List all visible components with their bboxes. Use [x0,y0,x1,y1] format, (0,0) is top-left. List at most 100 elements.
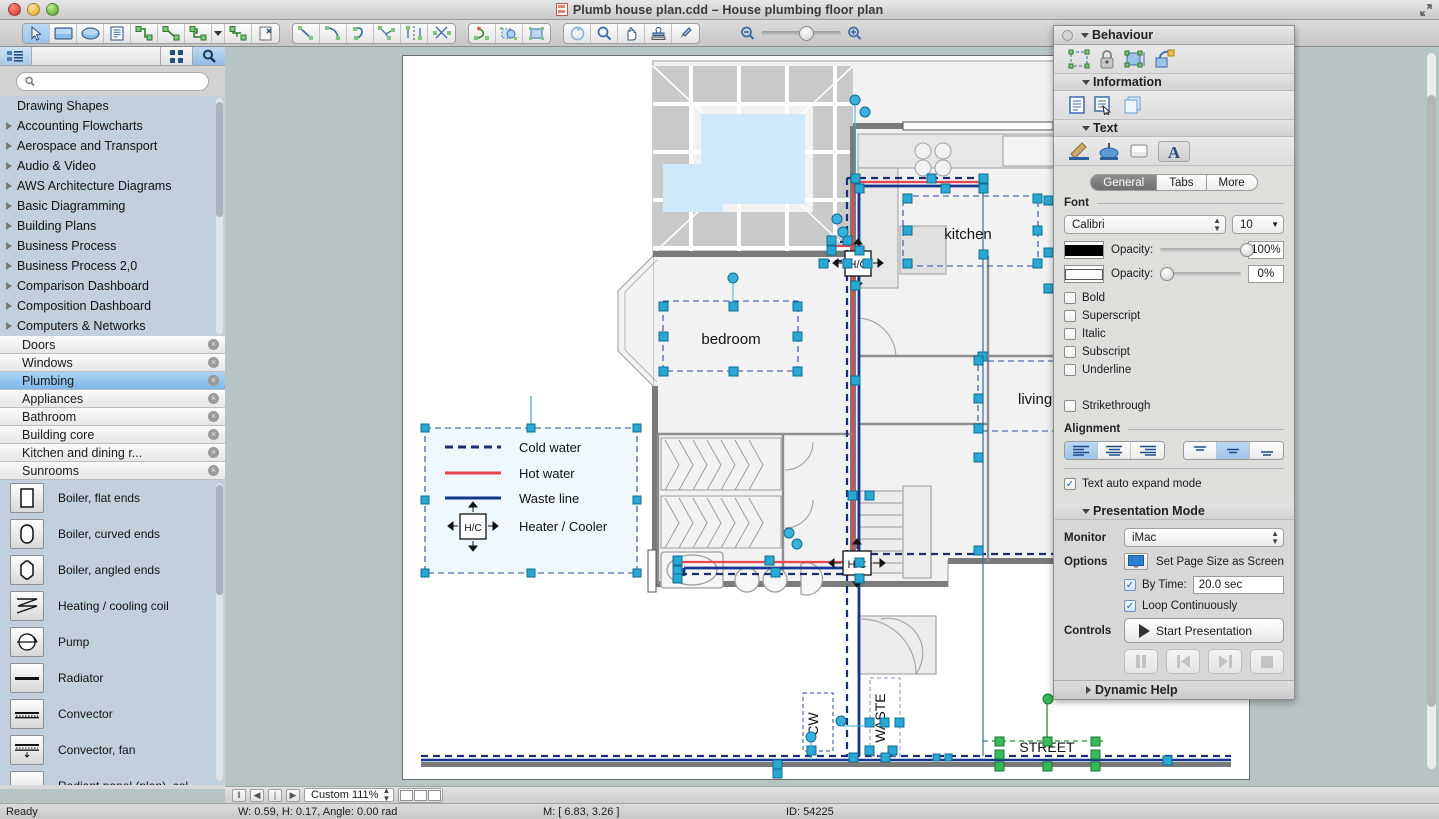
single-page-view-icon[interactable] [400,789,414,801]
mirror-icon[interactable] [401,23,428,43]
text-box-icon[interactable] [1128,141,1150,161]
align-top-icon[interactable] [1184,442,1217,459]
by-time-input[interactable]: 20.0 sec [1192,576,1284,594]
hand-icon[interactable] [618,23,645,43]
list-item[interactable]: Pump [0,624,225,660]
minimize-button[interactable] [27,3,40,16]
curve-icon[interactable] [347,23,374,43]
magnifier-icon[interactable] [591,23,618,43]
chevron-right-icon[interactable] [6,322,12,330]
category-scroll-thumb[interactable] [216,102,223,217]
stepper-icon[interactable]: ▲ ▼ [382,787,390,803]
rectangle-icon[interactable] [50,23,77,43]
window-controls[interactable] [8,3,59,16]
pause-icon[interactable] [1124,649,1158,674]
grid-view-icon[interactable] [161,47,193,65]
behaviour-section-header[interactable]: Behaviour [1054,26,1294,45]
list-item[interactable]: Heating / cooling coil [0,588,225,624]
category-scrollbar[interactable] [216,98,223,334]
checkbox-by-time[interactable]: ✓ [1124,579,1136,591]
zoom-level-field[interactable]: Custom 111% ▲ ▼ [304,787,395,803]
cut-icon[interactable] [428,24,455,43]
font-family-select[interactable]: Calibri ▲ ▼ [1064,215,1226,234]
stepper-icon[interactable]: ▲ ▼ [1213,216,1221,233]
chevron-right-icon[interactable] [6,222,12,230]
vertical-alignment-group[interactable] [1183,441,1284,460]
library-tree-icon[interactable] [0,47,32,65]
group-icon[interactable] [496,23,523,43]
stroke-opacity-slider[interactable] [1160,267,1241,281]
resize-icon[interactable] [1124,49,1146,69]
search-input-wrapper[interactable] [16,71,209,91]
eyedropper-icon[interactable] [672,24,699,43]
chevron-down-icon[interactable] [1082,509,1090,514]
lock-icon[interactable] [1098,49,1116,69]
zoom-out-icon[interactable] [740,26,755,41]
library-row-windows[interactable]: Windows × [0,354,225,372]
close-icon[interactable]: × [208,447,219,458]
close-icon[interactable]: × [208,393,219,404]
checkbox-italic[interactable]: Italic [1064,325,1182,343]
chevron-right-icon[interactable] [6,122,12,130]
annotation-icon[interactable] [1094,95,1114,115]
category-list[interactable]: Drawing Shapes Accounting Flowcharts Aer… [0,96,225,336]
zoom-in-icon[interactable] [847,26,862,41]
selection-behaviour-icon[interactable] [1068,49,1090,69]
category-item[interactable]: Business Process [0,236,225,256]
library-row-building-core[interactable]: Building core × [0,426,225,444]
library-row-plumbing[interactable]: Plumbing × [0,372,225,390]
fullscreen-icon[interactable] [1419,3,1433,17]
category-item[interactable]: Aerospace and Transport [0,136,225,156]
checkbox-underline[interactable]: Underline [1064,361,1182,379]
category-item[interactable]: Business Process 2,0 [0,256,225,276]
view-mode-group[interactable] [398,787,444,803]
action-icon[interactable] [1154,49,1176,69]
text-pen-icon[interactable] [1068,141,1090,161]
line-icon[interactable] [293,23,320,43]
text-icon[interactable] [104,23,131,43]
close-button[interactable] [8,3,21,16]
rotate-shape-icon[interactable] [469,23,496,43]
layers-icon[interactable] [1122,95,1142,115]
category-item[interactable]: AWS Architecture Diagrams [0,176,225,196]
tab-more[interactable]: More [1206,174,1258,191]
round-connector-icon[interactable] [185,23,212,43]
fill-opacity-slider[interactable] [1160,243,1255,257]
chevron-right-icon[interactable] [6,282,12,290]
close-icon[interactable]: × [208,357,219,368]
font-icon[interactable]: A [1158,140,1190,162]
monitor-icon[interactable] [1124,553,1148,570]
library-row-sunrooms[interactable]: Sunrooms × [0,462,225,480]
align-bottom-icon[interactable] [1250,442,1283,459]
ellipse-icon[interactable] [77,23,104,43]
checkbox-text-auto-expand[interactable]: ✓ Text auto expand mode [1064,475,1284,493]
search-icon[interactable] [193,47,225,65]
align-icon[interactable] [523,24,550,43]
chevron-right-icon[interactable] [6,242,12,250]
align-center-icon[interactable] [1098,442,1131,459]
checkbox-box[interactable] [1064,328,1076,340]
panel-collapse-icon[interactable] [1062,29,1073,41]
shape-scroll-thumb[interactable] [216,485,223,595]
list-item[interactable]: Convector, fan [0,732,225,768]
category-item[interactable]: Audio & Video [0,156,225,176]
zoom-slider-knob[interactable] [799,25,814,41]
font-stroke-color-swatch[interactable] [1064,265,1104,283]
library-row-doors[interactable]: Doors × [0,336,225,354]
close-icon[interactable]: × [208,375,219,386]
information-section-header[interactable]: Information [1054,74,1294,91]
start-presentation-button[interactable]: Start Presentation [1124,618,1284,643]
chevron-right-icon[interactable] [6,182,12,190]
arc-icon[interactable] [320,23,347,43]
stroke-opacity-value[interactable]: 0% [1247,265,1284,283]
category-item[interactable]: Computers & Networks [0,316,225,336]
tab-tabs[interactable]: Tabs [1157,174,1207,191]
presentation-section-header[interactable]: Presentation Mode [1054,503,1294,520]
notes-icon[interactable] [1068,95,1086,115]
pause-icon[interactable]: ‖ [232,788,246,802]
slider-knob[interactable] [1160,267,1175,281]
checkbox-bold[interactable]: Bold [1064,289,1182,307]
shape-list[interactable]: Boiler, flat ends Boiler, curved ends Bo… [0,480,225,785]
direct-connector-icon[interactable] [158,23,185,43]
next-icon[interactable] [1208,649,1242,674]
